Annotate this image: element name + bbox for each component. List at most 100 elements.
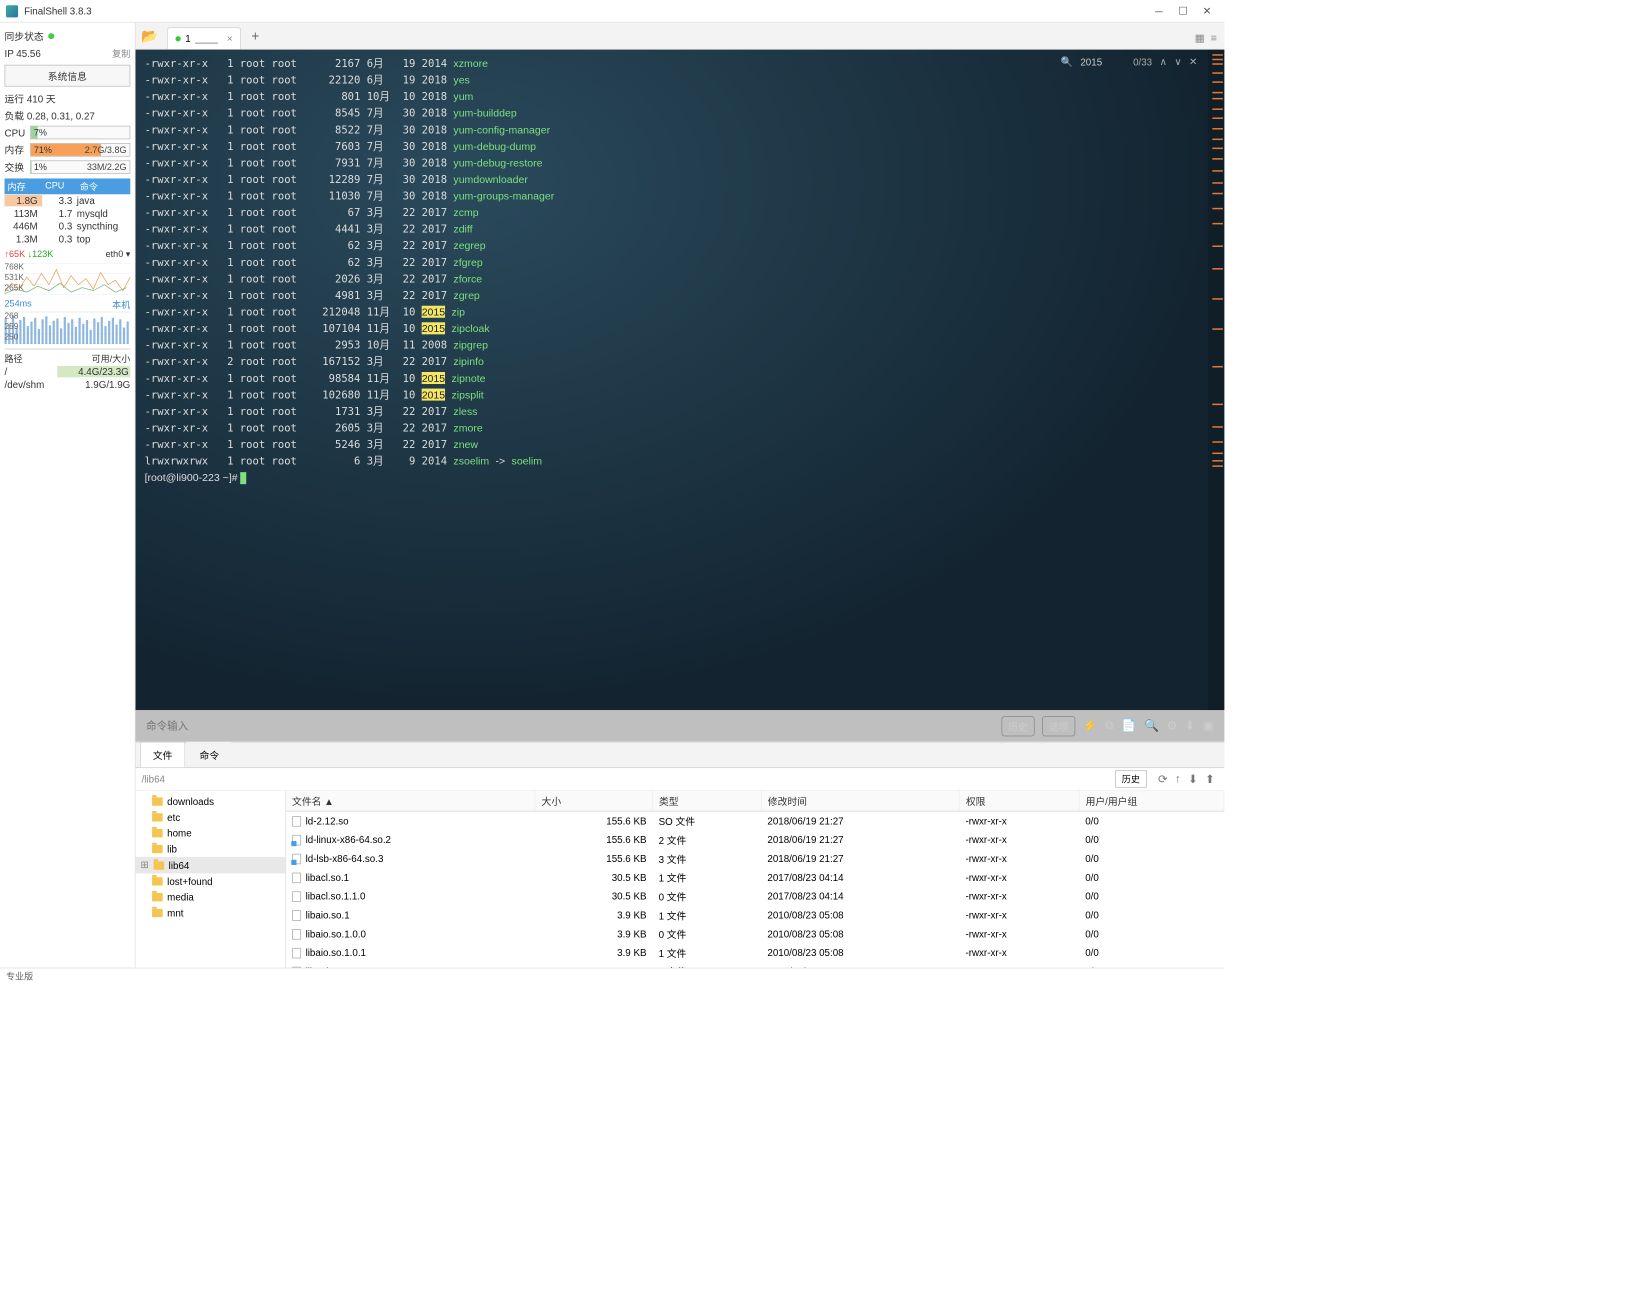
folder-icon: [152, 845, 163, 853]
folder-icon: [152, 909, 163, 917]
col-perm[interactable]: 权限: [960, 791, 1080, 812]
load-label: 负载 0.28, 0.31, 0.27: [5, 107, 131, 124]
latency-sparkline: 268259250: [5, 311, 131, 344]
file-icon: [292, 873, 301, 884]
open-folder-icon[interactable]: 📂: [140, 26, 160, 46]
col-size[interactable]: 大小: [535, 791, 652, 812]
paste-icon[interactable]: 📄: [1121, 718, 1136, 733]
grid-view-icon[interactable]: ▦: [1195, 32, 1205, 45]
file-row[interactable]: libacl.so.1.1.030.5 KB0 文件2017/08/23 04:…: [286, 887, 1224, 906]
path-history-button[interactable]: 历史: [1115, 770, 1147, 787]
proc-header: 内存CPU命令: [5, 178, 131, 194]
up-icon[interactable]: ↑: [1175, 773, 1181, 786]
file-row[interactable]: libaio.so.1.0.13.9 KB1 文件2010/08/23 05:0…: [286, 944, 1224, 963]
new-tab-button[interactable]: +: [244, 24, 267, 49]
file-icon: [292, 948, 301, 959]
folder-tree[interactable]: downloadsetchomelib⊞lib64lost+foundmedia…: [136, 791, 287, 968]
tree-item[interactable]: lib: [136, 841, 286, 857]
file-icon: [292, 929, 301, 940]
bolt-icon[interactable]: ⚡: [1083, 718, 1098, 733]
status-bar: 专业版: [0, 968, 1224, 985]
sync-status-icon: [48, 33, 54, 39]
col-name[interactable]: 文件名 ▲: [286, 791, 535, 812]
list-view-icon[interactable]: ≡: [1211, 32, 1217, 45]
tab-close-icon[interactable]: ×: [227, 33, 233, 44]
cpu-label: CPU: [5, 127, 28, 138]
tab-files[interactable]: 文件: [140, 742, 185, 768]
app-icon: [6, 5, 18, 17]
maximize-button[interactable]: ☐: [1178, 6, 1189, 17]
file-icon: [292, 911, 301, 922]
file-row[interactable]: libacl.so.130.5 KB1 文件2017/08/23 04:14-r…: [286, 868, 1224, 887]
folder-icon: [154, 861, 165, 869]
search-next-icon[interactable]: ∨: [1174, 56, 1181, 68]
tree-item[interactable]: mnt: [136, 905, 286, 921]
mem-label: 内存: [5, 142, 28, 156]
terminal[interactable]: -rwxr-xr-x 1 root root 2167 6月 19 2014 x…: [136, 50, 1208, 710]
mem-bar: 71%2.7G/3.8G: [30, 143, 130, 157]
download-icon[interactable]: ⬇: [1185, 718, 1195, 733]
file-list[interactable]: 文件名 ▲ 大小 类型 修改时间 权限 用户/用户组 ld-2.12.so155…: [286, 791, 1224, 968]
search-prev-icon[interactable]: ∧: [1160, 56, 1167, 68]
iface-select[interactable]: eth0 ▾: [106, 248, 131, 259]
tab-commands[interactable]: 命令: [187, 742, 232, 768]
folder-icon: [152, 829, 163, 837]
net-row: ↑65K ↓123K eth0 ▾: [5, 245, 131, 262]
proc-row[interactable]: 1.8G3.3java: [5, 194, 131, 207]
breadcrumb[interactable]: /lib64: [142, 773, 1115, 784]
scroll-ruler[interactable]: [1208, 50, 1225, 710]
copy-ip-button[interactable]: 复制: [112, 47, 130, 60]
file-row[interactable]: libaio.so.1.0.03.9 KB0 文件2010/08/23 05:0…: [286, 925, 1224, 944]
file-row[interactable]: ld-lsb-x86-64.so.3155.6 KB3 文件2018/06/19…: [286, 849, 1224, 868]
command-input[interactable]: [146, 720, 994, 732]
download-file-icon[interactable]: ⬇: [1188, 772, 1197, 786]
swap-bar: 1%33M/2.2G: [30, 160, 130, 174]
history-button[interactable]: 历史: [1001, 716, 1034, 736]
folder-icon: [152, 813, 163, 821]
search-input[interactable]: [1080, 56, 1125, 67]
file-row[interactable]: ld-linux-x86-64.so.2155.6 KB2 文件2018/06/…: [286, 831, 1224, 850]
tree-item[interactable]: ⊞lib64: [136, 857, 286, 874]
col-mtime[interactable]: 修改时间: [762, 791, 960, 812]
sysinfo-button[interactable]: 系统信息: [5, 65, 131, 87]
find-icon[interactable]: 🔍: [1144, 718, 1159, 733]
search-count: 0/33: [1133, 56, 1152, 67]
edition-label: 专业版: [6, 970, 33, 983]
file-row[interactable]: ld-2.12.so155.6 KBSO 文件2018/06/19 21:27-…: [286, 811, 1224, 830]
sync-label: 同步状态: [5, 29, 44, 43]
tree-item[interactable]: media: [136, 889, 286, 905]
tree-item[interactable]: downloads: [136, 794, 286, 810]
tree-item[interactable]: lost+found: [136, 873, 286, 889]
proc-row[interactable]: 113M1.7mysqld: [5, 207, 131, 220]
minimize-button[interactable]: ─: [1154, 6, 1165, 17]
cpu-bar: 7%: [30, 126, 130, 140]
disk-row[interactable]: /dev/shm1.9G/1.9G: [5, 378, 131, 391]
folder-icon: [152, 893, 163, 901]
proc-row[interactable]: 446M0.3syncthing: [5, 220, 131, 233]
local-label[interactable]: 本机: [112, 298, 130, 311]
file-icon: [292, 892, 301, 903]
search-close-icon[interactable]: ✕: [1189, 56, 1197, 68]
command-bar: 历史 选项 ⚡ ⧉ 📄 🔍 ⚙ ⬇ ▣: [136, 710, 1225, 742]
file-icon: [292, 835, 301, 846]
disk-row[interactable]: /4.4G/23.3G: [5, 365, 131, 378]
copy-icon[interactable]: ⧉: [1105, 719, 1114, 733]
uptime-label: 运行 410 天: [5, 90, 131, 107]
options-button[interactable]: 选项: [1042, 716, 1075, 736]
file-icon: [292, 967, 301, 968]
file-row[interactable]: libaio.so.13.9 KB1 文件2010/08/23 05:08-rw…: [286, 906, 1224, 925]
proc-row[interactable]: 1.3M0.3top: [5, 233, 131, 246]
tree-item[interactable]: etc: [136, 809, 286, 825]
folder-icon: [152, 877, 163, 885]
net-sparkline: 768K531K265K: [5, 262, 131, 295]
tree-item[interactable]: home: [136, 825, 286, 841]
refresh-icon[interactable]: ⟳: [1158, 772, 1167, 786]
session-tab[interactable]: 1 ▁▁▁ ×: [167, 27, 241, 49]
close-button[interactable]: ✕: [1202, 6, 1213, 17]
gear-icon[interactable]: ⚙: [1166, 718, 1177, 733]
file-row[interactable]: libanl.so.119.4 KB1 文件2018/06/19 21:27-r…: [286, 962, 1224, 967]
col-owner[interactable]: 用户/用户组: [1079, 791, 1224, 812]
col-type[interactable]: 类型: [653, 791, 762, 812]
fullscreen-icon[interactable]: ▣: [1202, 718, 1213, 733]
upload-file-icon[interactable]: ⬆: [1205, 772, 1214, 786]
